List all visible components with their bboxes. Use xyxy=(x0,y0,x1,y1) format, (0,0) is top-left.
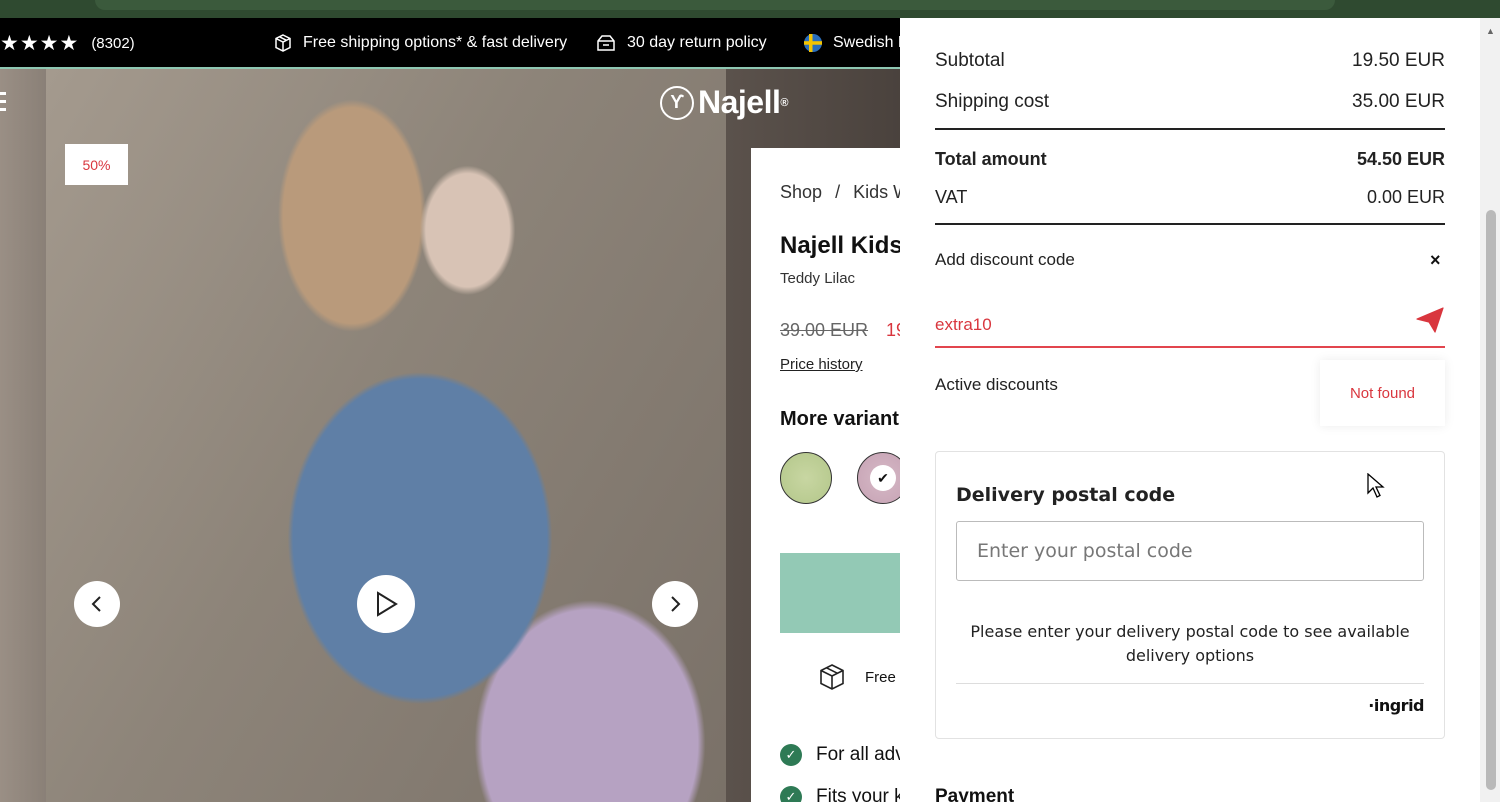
logo-mark-icon: ϒ xyxy=(660,85,694,120)
discount-code-label: Add discount code xyxy=(935,250,1075,269)
ingrid-logo: ·ingrid xyxy=(1368,696,1424,715)
feature-item: ✓ For all adv xyxy=(780,744,900,766)
subtotal-label: Subtotal xyxy=(935,50,1005,71)
shipping-info: Free shipping options* & fast delivery xyxy=(273,33,567,53)
product-name: Najell Kids xyxy=(780,232,900,259)
play-video-button[interactable] xyxy=(357,575,415,633)
breadcrumb: Shop / Kids W xyxy=(780,182,900,203)
feature-item: ✓ Fits your k xyxy=(780,786,900,802)
check-icon: ✔ xyxy=(870,465,896,491)
postal-code-input[interactable] xyxy=(956,521,1424,581)
free-shipping-text: Free sl xyxy=(865,668,900,686)
add-to-cart-button[interactable] xyxy=(780,553,900,633)
breadcrumb-category[interactable]: Kids W xyxy=(853,182,900,202)
returns-text: 30 day return policy xyxy=(627,34,767,51)
mouse-cursor-icon xyxy=(1367,473,1385,498)
swedish-text: Swedish D xyxy=(833,34,900,51)
play-icon xyxy=(377,591,398,617)
check-circle-icon: ✓ xyxy=(780,744,802,766)
vat-label: VAT xyxy=(935,187,968,207)
postal-code-title: Delivery postal code xyxy=(956,484,1176,506)
vat-row: VAT 0.00 EUR xyxy=(935,187,1445,208)
scroll-up-icon[interactable]: ▲ xyxy=(1486,26,1495,36)
return-icon xyxy=(597,35,615,51)
breadcrumb-separator: / xyxy=(835,182,841,202)
discount-not-found-tooltip: Not found xyxy=(1320,360,1445,426)
postal-code-help: Please enter your delivery postal code t… xyxy=(970,622,1410,665)
cart-drawer: Subtotal 19.50 EUR Shipping cost 35.00 E… xyxy=(900,18,1480,802)
free-shipping-note: Free sl xyxy=(817,662,900,692)
returns-info: 30 day return policy xyxy=(595,33,767,53)
shipping-text: Free shipping options* & fast delivery xyxy=(303,34,568,51)
send-icon[interactable] xyxy=(1415,306,1445,334)
package-icon xyxy=(820,664,844,690)
sweden-flag-icon xyxy=(804,34,822,52)
subtotal-row: Subtotal 19.50 EUR xyxy=(935,50,1445,72)
gallery-next-button[interactable] xyxy=(652,581,698,627)
vat-value: 0.00 EUR xyxy=(1366,187,1445,207)
shipping-cost-value: 35.00 EUR xyxy=(1352,91,1445,112)
rating-stars: ★★★★ xyxy=(0,31,80,55)
gallery-prev-button[interactable] xyxy=(74,581,120,627)
browser-address-bar[interactable] xyxy=(95,0,1335,10)
divider xyxy=(935,128,1445,130)
announcement-bar: ★★★★ (8302) Free shipping options* & fas… xyxy=(0,18,900,68)
close-icon[interactable]: × xyxy=(1430,250,1441,271)
divider xyxy=(956,683,1424,684)
product-photo[interactable] xyxy=(46,69,726,802)
check-circle-icon: ✓ xyxy=(780,786,802,802)
shipping-cost-row: Shipping cost 35.00 EUR xyxy=(935,91,1445,113)
total-value: 54.50 EUR xyxy=(1356,149,1445,169)
variant-swatch-green[interactable] xyxy=(780,452,832,504)
variant-swatch-lilac[interactable]: ✔ xyxy=(857,452,900,504)
active-discounts-label: Active discounts xyxy=(935,375,1058,394)
total-label: Total amount xyxy=(935,149,1047,169)
menu-icon[interactable] xyxy=(0,92,6,116)
discount-code-input[interactable] xyxy=(935,304,1445,348)
feature-text: For all adv xyxy=(816,744,900,765)
registered-mark: ® xyxy=(780,96,788,109)
brand-logo[interactable]: ϒ Najell ® xyxy=(660,84,788,121)
feature-text: Fits your k xyxy=(816,786,900,802)
total-row: Total amount 54.50 EUR xyxy=(935,149,1445,170)
divider xyxy=(935,223,1445,225)
review-count[interactable]: (8302) xyxy=(91,35,134,52)
product-info-panel: Shop / Kids W Najell Kids Teddy Lilac 39… xyxy=(751,148,900,802)
shipping-cost-label: Shipping cost xyxy=(935,91,1050,112)
package-icon xyxy=(275,34,291,52)
sale-price: 19 xyxy=(886,320,900,340)
product-variant: Teddy Lilac xyxy=(780,270,856,287)
subtotal-value: 19.50 EUR xyxy=(1352,50,1445,71)
chevron-right-icon xyxy=(671,596,681,612)
payment-heading: Payment xyxy=(935,786,1015,802)
old-price: 39.00 EUR xyxy=(780,320,869,340)
more-variants-heading: More variant xyxy=(780,408,899,430)
swedish-info: Swedish D xyxy=(803,33,900,53)
logo-text: Najell xyxy=(698,84,781,120)
gallery-prev-image xyxy=(0,69,46,802)
sale-badge: 50% xyxy=(65,144,128,185)
breadcrumb-shop[interactable]: Shop xyxy=(780,182,822,202)
chevron-left-icon xyxy=(91,596,101,612)
price-history-link[interactable]: Price history xyxy=(780,356,863,373)
drawer-scrollbar-thumb[interactable] xyxy=(1486,210,1496,790)
